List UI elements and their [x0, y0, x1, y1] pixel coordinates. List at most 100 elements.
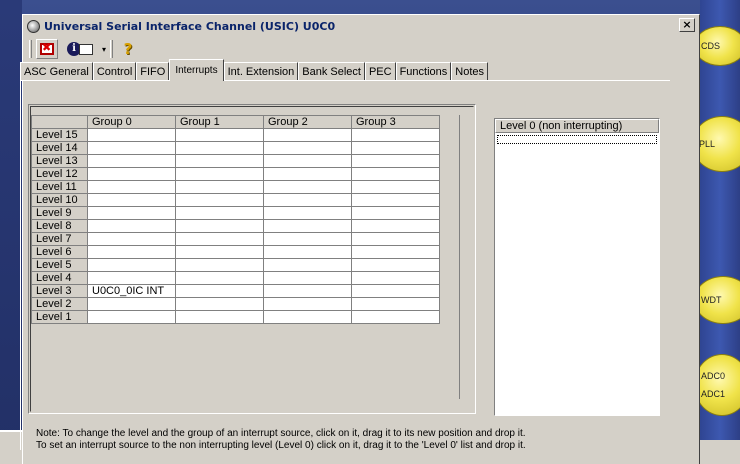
grid-cell[interactable] — [87, 232, 176, 246]
grid-cell[interactable] — [263, 310, 352, 324]
grid-cell[interactable] — [351, 310, 440, 324]
row-header-level: Level 11 — [31, 180, 88, 194]
interrupt-grid: Group 0 Group 1 Group 2 Group 3 Level 15… — [28, 104, 476, 414]
toolbar-grip[interactable] — [29, 40, 32, 58]
info-button[interactable]: i — [62, 39, 98, 59]
grid-cell[interactable] — [351, 141, 440, 155]
book-icon — [79, 43, 93, 55]
grid-cell[interactable] — [263, 167, 352, 181]
grid-cell[interactable] — [87, 245, 176, 259]
grid-cell[interactable] — [351, 245, 440, 259]
grid-cell[interactable] — [175, 232, 264, 246]
table-row: Level 12 — [31, 167, 440, 181]
grid-cell[interactable] — [87, 141, 176, 155]
grid-cell[interactable] — [175, 167, 264, 181]
tab-notes[interactable]: Notes — [451, 62, 489, 80]
grid-cell[interactable] — [175, 219, 264, 233]
grid-cell[interactable] — [87, 271, 176, 285]
grid-cell[interactable] — [175, 310, 264, 324]
table-row: Level 13 — [31, 154, 440, 168]
grid-cell[interactable] — [351, 154, 440, 168]
exit-icon — [40, 41, 54, 55]
column-header-group-0: Group 0 — [87, 115, 176, 129]
grid-cell[interactable] — [351, 219, 440, 233]
grid-cell[interactable] — [175, 193, 264, 207]
grid-cell[interactable] — [263, 180, 352, 194]
level0-list[interactable]: Level 0 (non interrupting) — [494, 118, 660, 416]
table-row: Level 4 — [31, 271, 440, 285]
interrupt-grid-inner: Group 0 Group 1 Group 2 Group 3 Level 15… — [30, 106, 474, 412]
chevron-down-icon[interactable]: ▾ — [102, 45, 106, 54]
grid-cell[interactable] — [263, 297, 352, 311]
exit-button[interactable] — [36, 39, 58, 59]
grid-cell[interactable] — [175, 297, 264, 311]
row-header-level: Level 5 — [31, 258, 88, 272]
row-header-level: Level 10 — [31, 193, 88, 207]
column-header-group-2: Group 2 — [263, 115, 352, 129]
grid-cell[interactable] — [175, 180, 264, 194]
grid-cell[interactable] — [175, 128, 264, 142]
grid-cell[interactable] — [263, 154, 352, 168]
grid-cell[interactable] — [263, 206, 352, 220]
help-button[interactable]: ? — [117, 39, 139, 59]
table-row: Level 3 U0C0_0IC INT — [31, 284, 440, 298]
grid-cell[interactable] — [263, 128, 352, 142]
grid-cell[interactable] — [351, 128, 440, 142]
module-wdt-label: WDT — [701, 295, 722, 305]
grid-cell[interactable] — [175, 284, 264, 298]
tab-pec[interactable]: PEC — [364, 62, 396, 80]
grid-cell[interactable] — [87, 154, 176, 168]
grid-cell[interactable] — [175, 206, 264, 220]
grid-cell[interactable] — [87, 206, 176, 220]
grid-cell[interactable] — [263, 271, 352, 285]
grid-cell[interactable] — [263, 284, 352, 298]
tab-fifo[interactable]: FIFO — [136, 62, 170, 80]
tab-bank-select[interactable]: Bank Select — [298, 62, 365, 80]
table-row: Level 6 — [31, 245, 440, 259]
grid-cell[interactable] — [263, 232, 352, 246]
tab-int-extension[interactable]: Int. Extension — [223, 62, 299, 80]
grid-cell[interactable] — [351, 271, 440, 285]
desktop-panel-right — [700, 440, 740, 464]
grid-cell[interactable] — [263, 258, 352, 272]
grid-cell[interactable] — [87, 180, 176, 194]
grid-cell[interactable] — [263, 141, 352, 155]
column-header-group-1: Group 1 — [175, 115, 264, 129]
tab-asc-general[interactable]: ASC General — [20, 62, 93, 80]
level0-list-focus-item[interactable] — [497, 135, 657, 144]
table-row: Level 14 — [31, 141, 440, 155]
grid-cell[interactable] — [87, 219, 176, 233]
desktop-panel-left — [0, 430, 22, 464]
grid-cell[interactable] — [175, 245, 264, 259]
grid-cell[interactable] — [175, 154, 264, 168]
grid-cell[interactable] — [351, 232, 440, 246]
module-cds[interactable]: CDS — [694, 26, 740, 66]
tab-functions[interactable]: Functions — [395, 62, 452, 80]
grid-cell[interactable] — [175, 258, 264, 272]
grid-cell[interactable] — [87, 128, 176, 142]
grid-cell[interactable] — [351, 258, 440, 272]
grid-cell[interactable] — [351, 206, 440, 220]
grid-cell[interactable] — [351, 284, 440, 298]
grid-scroll-area[interactable] — [459, 115, 473, 399]
title-bar[interactable]: Universal Serial Interface Channel (USIC… — [25, 17, 697, 35]
close-button[interactable]: × — [679, 18, 695, 32]
grid-cell[interactable] — [175, 271, 264, 285]
grid-cell[interactable] — [263, 245, 352, 259]
grid-cell[interactable] — [87, 310, 176, 324]
grid-cell[interactable] — [87, 297, 176, 311]
grid-cell[interactable] — [87, 167, 176, 181]
tab-interrupts[interactable]: Interrupts — [169, 59, 224, 81]
grid-cell[interactable] — [263, 193, 352, 207]
grid-cell[interactable] — [351, 167, 440, 181]
grid-cell[interactable] — [351, 193, 440, 207]
table-row: Level 1 — [31, 310, 440, 324]
tab-control[interactable]: Control — [92, 62, 137, 80]
grid-cell[interactable] — [87, 193, 176, 207]
grid-cell[interactable] — [263, 219, 352, 233]
grid-cell[interactable] — [175, 141, 264, 155]
interrupt-source-u0c0-0ic[interactable]: U0C0_0IC INT — [87, 284, 176, 298]
grid-cell[interactable] — [87, 258, 176, 272]
grid-cell[interactable] — [351, 180, 440, 194]
grid-cell[interactable] — [351, 297, 440, 311]
